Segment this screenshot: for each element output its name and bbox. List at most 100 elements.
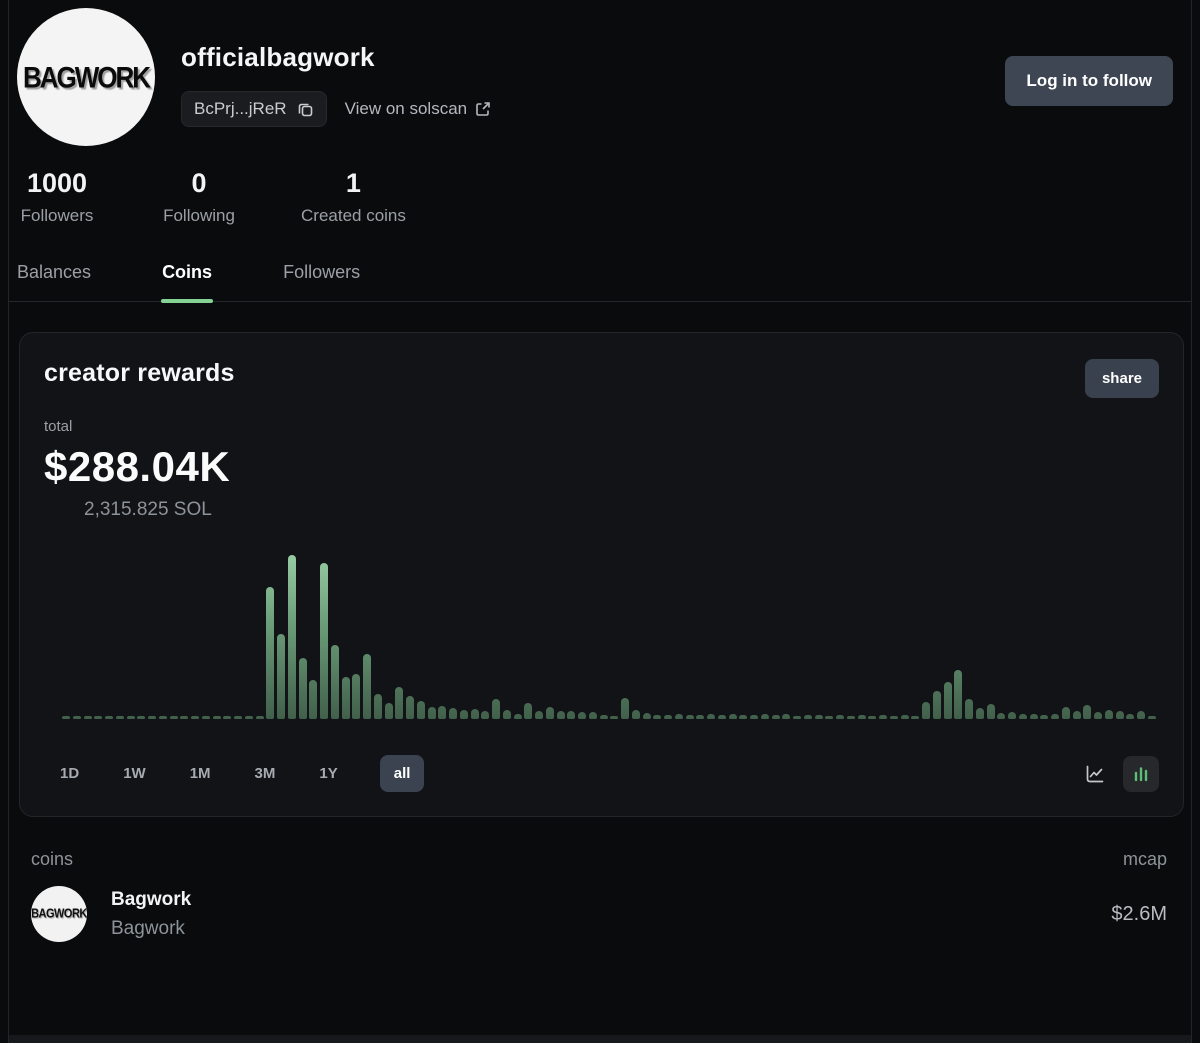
stat-following[interactable]: 0 Following bbox=[159, 168, 239, 226]
wallet-address: BcPrj...jReR bbox=[194, 99, 287, 119]
chart-bar bbox=[170, 716, 178, 719]
followers-label: Followers bbox=[17, 206, 97, 226]
total-label: total bbox=[44, 418, 1159, 435]
range-1w[interactable]: 1W bbox=[121, 755, 148, 792]
chart-bar bbox=[546, 707, 554, 719]
tab-coins[interactable]: Coins bbox=[162, 256, 212, 301]
chart-bar bbox=[911, 716, 919, 719]
chart-bar bbox=[266, 587, 274, 719]
chart-bar bbox=[1094, 712, 1102, 719]
header-info: officialbagwork BcPrj...jReR View on sol… bbox=[181, 8, 491, 127]
stats-row: 1000 Followers 0 Following 1 Created coi… bbox=[9, 168, 1191, 226]
chart-bar bbox=[1137, 711, 1145, 719]
chart-bar bbox=[686, 715, 694, 719]
chart-bar bbox=[965, 699, 973, 719]
stat-followers[interactable]: 1000 Followers bbox=[17, 168, 97, 226]
tab-followers[interactable]: Followers bbox=[283, 256, 360, 301]
chart-bar bbox=[718, 715, 726, 719]
chart-bar bbox=[471, 709, 479, 719]
range-1d[interactable]: 1D bbox=[58, 755, 81, 792]
range-3m[interactable]: 3M bbox=[253, 755, 278, 792]
chart-bar bbox=[589, 712, 597, 719]
chart-bar bbox=[514, 714, 522, 719]
chart-bar bbox=[557, 711, 565, 719]
chart-bar bbox=[664, 715, 672, 719]
next-row-edge bbox=[9, 1035, 1191, 1043]
chart-bar bbox=[524, 703, 532, 719]
chart-bar bbox=[901, 715, 909, 719]
chart-bar bbox=[363, 654, 371, 719]
chart-bar bbox=[191, 716, 199, 719]
chart-bar bbox=[987, 704, 995, 719]
chart-bar bbox=[933, 691, 941, 719]
chart-bar bbox=[1126, 714, 1134, 719]
chart-bar bbox=[352, 674, 360, 719]
chart-bar bbox=[385, 703, 393, 719]
chart-bar bbox=[438, 706, 446, 719]
chart-bar bbox=[847, 716, 855, 719]
chart-bar bbox=[922, 702, 930, 719]
creator-rewards-card: creator rewards share total $288.04K 2,3… bbox=[19, 332, 1184, 817]
profile-tabs: Balances Coins Followers bbox=[9, 256, 1191, 302]
chart-bar bbox=[223, 716, 231, 719]
chart-bar bbox=[675, 714, 683, 719]
view-on-solscan-link[interactable]: View on solscan bbox=[345, 99, 492, 119]
copy-icon[interactable] bbox=[297, 101, 314, 118]
chart-bar bbox=[954, 670, 962, 719]
chart-bar bbox=[1040, 715, 1048, 719]
bar-chart-icon[interactable] bbox=[1123, 756, 1159, 792]
chart-bar bbox=[825, 716, 833, 719]
card-header: creator rewards share bbox=[44, 359, 1159, 398]
stat-created-coins[interactable]: 1 Created coins bbox=[301, 168, 406, 226]
card-title: creator rewards bbox=[44, 359, 235, 388]
range-1y[interactable]: 1Y bbox=[317, 755, 339, 792]
coin-avatar: BAGWORK bbox=[31, 886, 87, 942]
share-button[interactable]: share bbox=[1085, 359, 1159, 398]
chart-bar bbox=[610, 716, 618, 719]
followers-count: 1000 bbox=[17, 168, 97, 199]
chart-bar bbox=[202, 716, 210, 719]
chart-bar bbox=[890, 716, 898, 719]
chart-bar bbox=[331, 645, 339, 719]
chart-bar bbox=[116, 716, 124, 719]
chart-bar bbox=[481, 711, 489, 719]
line-chart-icon[interactable] bbox=[1077, 756, 1113, 792]
time-range-selector: 1D 1W 1M 3M 1Y all bbox=[58, 755, 424, 792]
tab-balances[interactable]: Balances bbox=[17, 256, 91, 301]
wallet-address-chip[interactable]: BcPrj...jReR bbox=[181, 91, 327, 127]
chart-bar bbox=[1073, 711, 1081, 719]
chart-bar bbox=[944, 682, 952, 719]
address-row: BcPrj...jReR View on solscan bbox=[181, 91, 491, 127]
chart-bar bbox=[772, 715, 780, 719]
chart-bar bbox=[707, 714, 715, 719]
chart-bar bbox=[105, 716, 113, 719]
following-count: 0 bbox=[159, 168, 239, 199]
coin-meta: Bagwork Bagwork bbox=[111, 889, 191, 940]
username: officialbagwork bbox=[181, 42, 491, 73]
range-all[interactable]: all bbox=[380, 755, 425, 792]
chart-bar bbox=[997, 713, 1005, 719]
chart-bar bbox=[879, 715, 887, 719]
chart-bar bbox=[1062, 707, 1070, 719]
page-frame: BAGWORK officialbagwork BcPrj...jReR Vie… bbox=[8, 0, 1192, 1043]
chart-bar bbox=[750, 715, 758, 719]
chart-bar bbox=[492, 699, 500, 719]
chart-bar bbox=[148, 716, 156, 719]
chart-bar bbox=[1030, 714, 1038, 719]
chart-bar bbox=[94, 716, 102, 719]
range-1m[interactable]: 1M bbox=[188, 755, 213, 792]
chart-bar bbox=[1083, 705, 1091, 719]
avatar-text: BAGWORK bbox=[23, 59, 149, 95]
chart-bar bbox=[632, 710, 640, 719]
coin-row-bagwork[interactable]: BAGWORK Bagwork Bagwork $2.6M bbox=[9, 886, 1191, 942]
chart-bar bbox=[739, 715, 747, 719]
chart-bar bbox=[1116, 711, 1124, 719]
chart-bar bbox=[815, 715, 823, 719]
log-in-to-follow-button[interactable]: Log in to follow bbox=[1005, 56, 1173, 106]
chart-bar bbox=[73, 716, 81, 719]
coins-column-header: coins bbox=[31, 849, 73, 870]
chart-bar bbox=[1019, 714, 1027, 719]
chart-bar bbox=[180, 716, 188, 719]
chart-bar bbox=[1051, 714, 1059, 719]
chart-bar bbox=[578, 712, 586, 719]
